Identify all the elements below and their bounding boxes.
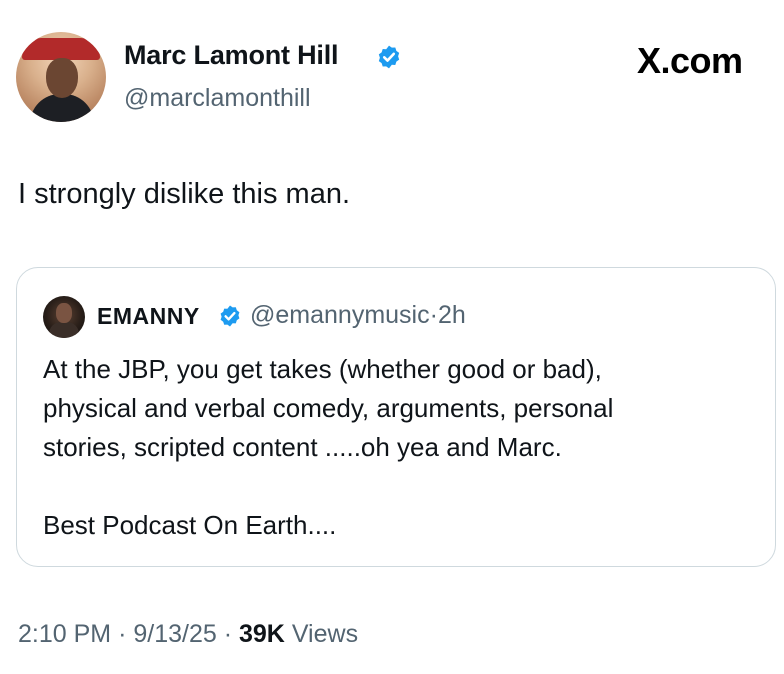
quoted-tweet[interactable]: EMANNY @emannymusic·2h At the JBP, you g… bbox=[16, 267, 776, 567]
author-name[interactable]: Marc Lamont Hill bbox=[124, 40, 339, 71]
quoted-handle-and-age[interactable]: @emannymusic·2h bbox=[250, 301, 466, 330]
views-count: 39K bbox=[239, 620, 285, 648]
quoted-text-line: stories, scripted content .....oh yea an… bbox=[43, 432, 562, 462]
quoted-separator: · bbox=[429, 301, 438, 329]
tweet-meta: 2:10 PM · 9/13/25 · 39K Views bbox=[18, 620, 358, 649]
quoted-author-handle[interactable]: @emannymusic bbox=[250, 301, 430, 329]
tweet-text: I strongly dislike this man. bbox=[18, 178, 351, 210]
quoted-tweet-age[interactable]: 2h bbox=[438, 301, 466, 329]
quoted-avatar-face bbox=[56, 303, 72, 323]
author-avatar[interactable] bbox=[16, 32, 106, 122]
quoted-text-line: At the JBP, you get takes (whether good … bbox=[43, 354, 602, 384]
tweet-card: Marc Lamont Hill @marclamonthill X.com I… bbox=[0, 0, 784, 674]
avatar-sign bbox=[22, 38, 100, 60]
avatar-shirt bbox=[30, 94, 94, 122]
avatar-face bbox=[46, 58, 78, 98]
verified-badge-icon bbox=[378, 45, 400, 69]
meta-separator: · bbox=[118, 620, 127, 648]
author-handle[interactable]: @marclamonthill bbox=[124, 84, 311, 113]
quoted-tweet-text: At the JBP, you get takes (whether good … bbox=[43, 350, 613, 545]
quoted-avatar-shirt bbox=[49, 322, 79, 338]
quoted-author-name[interactable]: EMANNY bbox=[97, 303, 200, 330]
x-com-logo: X.com bbox=[637, 40, 743, 81]
tweet-date[interactable]: 9/13/25 bbox=[133, 620, 216, 648]
tweet-time[interactable]: 2:10 PM bbox=[18, 620, 111, 648]
quoted-closing-line: Best Podcast On Earth.... bbox=[43, 510, 337, 540]
quoted-author-avatar[interactable] bbox=[43, 296, 85, 338]
quoted-verified-badge-icon bbox=[220, 305, 240, 327]
meta-separator: · bbox=[223, 620, 233, 648]
views-label: Views bbox=[291, 620, 359, 648]
quoted-text-line: physical and verbal comedy, arguments, p… bbox=[43, 393, 614, 423]
